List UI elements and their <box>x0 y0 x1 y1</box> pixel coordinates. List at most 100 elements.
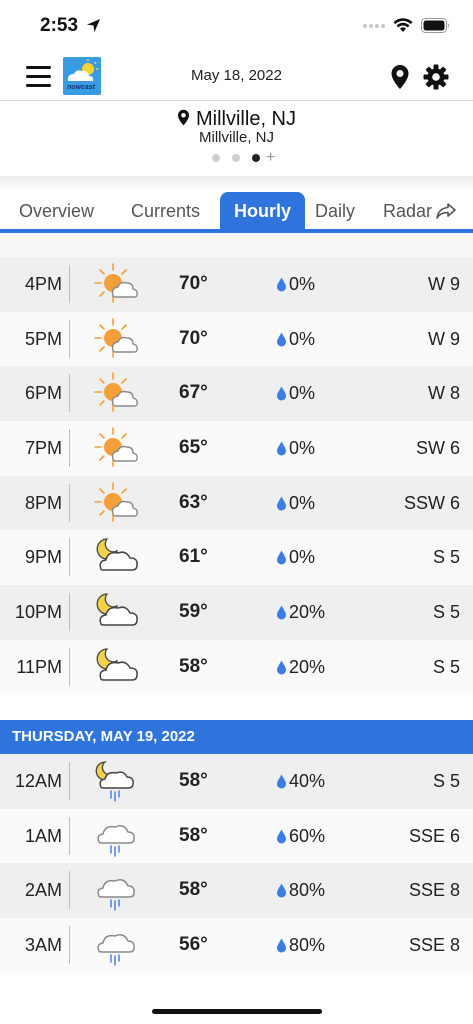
raindrop-icon <box>277 386 286 401</box>
hour-precipitation: 0% <box>276 530 315 584</box>
raindrop-icon <box>277 441 286 456</box>
page-dot-active[interactable] <box>252 154 260 162</box>
raindrop-icon <box>277 277 286 292</box>
hour-time: 11PM <box>16 656 62 677</box>
location-block[interactable]: Millville, NJ Millville, NJ + <box>0 101 473 176</box>
hour-time: 2AM <box>24 880 62 901</box>
location-page-indicator[interactable]: + <box>212 150 275 166</box>
status-icons <box>363 18 451 33</box>
hour-wind: S 5 <box>432 771 460 791</box>
tab-radar[interactable]: Radar <box>383 192 456 230</box>
hour-precipitation: 20% <box>276 640 325 694</box>
hour-temperature: 58° <box>179 879 208 901</box>
row-separator <box>69 871 70 910</box>
hamburger-icon <box>26 66 51 69</box>
tab-overview[interactable]: Overview <box>19 192 94 230</box>
day-spacer <box>0 693 473 720</box>
hour-row[interactable]: 12AM 58° 40% S 5 <box>0 754 473 809</box>
hour-row[interactable]: 10PM 59° 20% S 5 <box>0 585 473 640</box>
status-time-text: 2:53 <box>40 15 79 36</box>
raindrop-icon <box>277 660 286 675</box>
tab-currents[interactable]: Currents <box>131 192 200 230</box>
settings-button[interactable] <box>423 64 449 95</box>
hour-temperature: 59° <box>179 601 208 623</box>
tab-hourly[interactable]: Hourly <box>220 192 305 230</box>
location-button[interactable] <box>390 64 410 95</box>
status-time: 2:53 <box>40 15 101 37</box>
moon-cloud-icon <box>91 535 141 579</box>
battery-icon <box>421 18 449 33</box>
raindrop-icon <box>277 332 286 347</box>
list-top-gap <box>0 233 473 257</box>
cloud-rain-icon <box>91 868 141 912</box>
hour-wind: SW 6 <box>415 438 460 459</box>
precip-value: 40% <box>289 771 326 791</box>
moon-cloud-rain-icon <box>91 759 141 803</box>
hour-row[interactable]: 1AM 58° 60% SSE 6 <box>0 808 473 864</box>
precip-value: 20% <box>289 656 326 677</box>
page-dot[interactable] <box>232 154 240 162</box>
hour-row[interactable]: 4PM 70° 0% W 9 <box>0 257 473 312</box>
logo-text: nowcast <box>67 84 96 91</box>
location-subtitle: Millville, NJ <box>199 129 274 146</box>
precip-value: 0% <box>289 383 316 404</box>
hour-row[interactable]: 2AM 58° 80% SSE 8 <box>0 863 473 919</box>
hour-temperature: 70° <box>179 327 208 349</box>
precip-value: 0% <box>289 274 316 294</box>
hour-temperature: 58° <box>179 824 208 846</box>
hour-time: 9PM <box>24 547 62 568</box>
hour-time: 1AM <box>24 825 62 846</box>
add-location-plus-icon[interactable]: + <box>266 150 275 166</box>
hour-row[interactable]: 7PM 65° 0% SW 6 <box>0 421 473 476</box>
day-section-header: THURSDAY, MAY 19, 2022 <box>0 720 473 754</box>
raindrop-icon <box>277 496 286 511</box>
hour-time: 8PM <box>24 492 62 513</box>
cloud-rain-icon <box>91 814 141 858</box>
hour-time: 12AM <box>14 771 62 791</box>
app-logo[interactable]: nowcast <box>63 57 101 95</box>
share-arrow-icon <box>436 203 456 219</box>
tab-daily[interactable]: Daily <box>315 192 355 230</box>
hour-row[interactable]: 8PM 63° 0% SSW 6 <box>0 475 473 531</box>
status-bar: 2:53 <box>0 0 473 54</box>
location-title-text: Millville, NJ <box>196 108 296 130</box>
hour-row[interactable]: 3AM 56° 80% SSE 8 <box>0 918 473 973</box>
menu-button[interactable] <box>26 66 52 88</box>
hour-row[interactable]: 9PM 61° 0% S 5 <box>0 530 473 586</box>
sun-cloud-icon <box>91 426 141 470</box>
raindrop-icon <box>277 829 286 844</box>
hour-temperature: 56° <box>179 934 208 956</box>
gear-icon <box>423 64 449 90</box>
row-separator <box>69 538 70 577</box>
hour-time: 6PM <box>24 383 62 404</box>
row-separator <box>69 374 70 413</box>
home-indicator[interactable] <box>152 1009 322 1014</box>
hour-time: 5PM <box>24 328 62 349</box>
hour-precipitation: 80% <box>276 863 325 917</box>
hour-wind: SSE 6 <box>408 825 460 846</box>
hour-temperature: 58° <box>179 655 208 677</box>
bottom-safe-area <box>0 974 473 1024</box>
logo-weather-icon <box>67 59 98 81</box>
page-dot[interactable] <box>212 154 220 162</box>
hour-wind: W 8 <box>427 383 460 404</box>
hour-wind: W 9 <box>427 274 460 294</box>
wifi-icon <box>393 18 413 32</box>
hourly-list-today: 4PM 70° 0% W 9 5PM 70° 0% W 9 6PM 67° 0% W 8 7PM 65° 0… <box>0 257 473 695</box>
row-separator <box>69 429 70 468</box>
hour-row[interactable]: 11PM 58° 20% S 5 <box>0 639 473 695</box>
hour-row[interactable]: 5PM 70° 0% W 9 <box>0 311 473 367</box>
hour-time: 4PM <box>24 274 62 294</box>
row-separator <box>69 265 70 303</box>
hour-row[interactable]: 6PM 67° 0% W 8 <box>0 366 473 422</box>
sun-cloud-icon <box>91 481 141 525</box>
hour-precipitation: 0% <box>276 312 315 366</box>
hour-wind: SSW 6 <box>403 492 460 513</box>
hour-time: 10PM <box>14 602 62 623</box>
hour-precipitation: 0% <box>276 366 315 420</box>
location-title: Millville, NJ <box>0 108 473 131</box>
row-separator <box>69 816 70 855</box>
row-separator <box>69 762 70 800</box>
hour-precipitation: 0% <box>276 257 315 311</box>
sun-cloud-icon <box>91 262 141 306</box>
